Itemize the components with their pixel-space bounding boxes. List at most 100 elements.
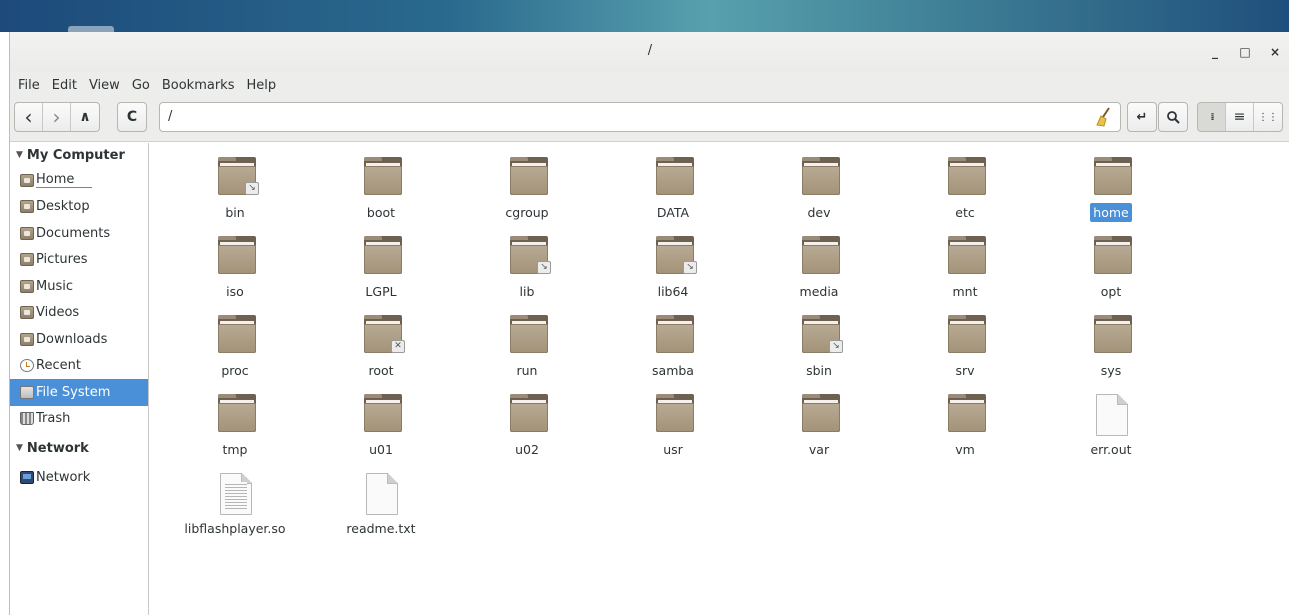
folder-item[interactable]: srv xyxy=(905,303,1025,381)
maximize-button[interactable]: □ xyxy=(1230,40,1260,64)
folder-item[interactable]: u01 xyxy=(321,382,441,460)
list-view-icon: ≡ xyxy=(1233,109,1246,125)
folder-item[interactable]: ↘ bin xyxy=(175,145,295,223)
folder-item[interactable]: u02 xyxy=(467,382,587,460)
item-name: lib xyxy=(519,284,535,299)
section-title: My Computer xyxy=(26,147,125,163)
folder-item[interactable]: dev xyxy=(759,145,879,223)
forward-icon: › xyxy=(52,105,61,129)
item-name: srv xyxy=(955,363,975,378)
folder-item[interactable]: vm xyxy=(905,382,1025,460)
toggle-location-button[interactable]: ↵ xyxy=(1127,102,1157,132)
reload-button[interactable]: C xyxy=(117,102,147,132)
sidebar-section-my-computer[interactable]: ▼ My Computer xyxy=(10,143,148,167)
item-name: home xyxy=(1090,203,1132,222)
item-label: boot xyxy=(321,205,441,220)
item-label: sbin xyxy=(759,363,879,378)
folder-item[interactable]: cgroup xyxy=(467,145,587,223)
sidebar-item-recent[interactable]: Recent xyxy=(10,353,148,380)
sidebar-item-file-system[interactable]: File System xyxy=(10,379,148,406)
title-bar[interactable]: / _ □ × xyxy=(10,32,1289,72)
close-button[interactable]: × xyxy=(1260,40,1289,64)
sidebar-item-label: File System xyxy=(36,384,111,400)
folder-item[interactable]: boot xyxy=(321,145,441,223)
folder-desktop-icon xyxy=(20,200,34,214)
file-icon-view[interactable]: ↘ bin boot cgroup DATA dev etc home iso LGPL ↘ lib ↘… xyxy=(150,143,1289,615)
folder-item[interactable]: opt xyxy=(1051,224,1171,302)
list-view-button[interactable]: ≡ xyxy=(1226,103,1254,131)
folder-icon xyxy=(656,157,694,199)
folder-item[interactable]: var xyxy=(759,382,879,460)
window-title: / xyxy=(647,43,653,58)
section-title: Network xyxy=(26,440,89,456)
folder-item[interactable]: home xyxy=(1051,145,1171,223)
folder-icon: ↘ xyxy=(656,236,697,278)
item-name: iso xyxy=(226,284,244,299)
folder-icon xyxy=(802,236,840,278)
folder-item[interactable]: usr xyxy=(613,382,733,460)
item-label: LGPL xyxy=(321,284,441,299)
file-item[interactable]: err.out xyxy=(1051,382,1171,460)
folder-downloads-icon xyxy=(20,332,34,346)
search-button[interactable] xyxy=(1158,102,1188,132)
compact-view-button[interactable]: ⋮⋮ xyxy=(1254,103,1282,131)
file-item[interactable]: readme.txt xyxy=(321,461,441,539)
folder-item[interactable]: iso xyxy=(175,224,295,302)
folder-icon xyxy=(364,236,402,278)
folder-item[interactable]: ↘ lib64 xyxy=(613,224,733,302)
file-item[interactable]: libflashplayer.so xyxy=(175,461,295,539)
folder-item[interactable]: DATA xyxy=(613,145,733,223)
sidebar-item-documents[interactable]: Documents xyxy=(10,220,148,247)
sidebar-item-videos[interactable]: Videos xyxy=(10,300,148,327)
sidebar-item-downloads[interactable]: Downloads xyxy=(10,326,148,353)
item-label: usr xyxy=(613,442,733,457)
folder-icon xyxy=(948,394,986,436)
menu-go[interactable]: Go xyxy=(126,78,156,93)
icon-view-button[interactable]: ⁞⁞ xyxy=(1198,103,1226,131)
folder-item[interactable]: ↘ lib xyxy=(467,224,587,302)
sidebar-item-music[interactable]: Music xyxy=(10,273,148,300)
sidebar-item-home[interactable]: Home xyxy=(10,167,148,194)
folder-item[interactable]: tmp xyxy=(175,382,295,460)
folder-item[interactable]: mnt xyxy=(905,224,1025,302)
symlink-emblem-icon: ↘ xyxy=(537,261,551,274)
folder-item[interactable]: media xyxy=(759,224,879,302)
item-label: err.out xyxy=(1051,442,1171,457)
item-name: dev xyxy=(807,205,831,220)
sidebar-item-desktop[interactable]: Desktop xyxy=(10,194,148,221)
sidebar-item-trash[interactable]: Trash xyxy=(10,406,148,433)
location-bar[interactable] xyxy=(159,102,1121,132)
menu-view[interactable]: View xyxy=(83,78,126,93)
sidebar-item-pictures[interactable]: Pictures xyxy=(10,247,148,274)
menu-edit[interactable]: Edit xyxy=(46,78,83,93)
item-name: tmp xyxy=(222,442,248,457)
menu-file[interactable]: File xyxy=(12,78,46,93)
clear-location-icon[interactable] xyxy=(1094,107,1112,127)
menu-bookmarks[interactable]: Bookmarks xyxy=(156,78,241,93)
network-icon xyxy=(20,470,34,484)
sidebar-item-label: Recent xyxy=(36,358,81,374)
folder-item[interactable]: LGPL xyxy=(321,224,441,302)
item-name: cgroup xyxy=(505,205,549,220)
forward-button[interactable]: › xyxy=(43,103,71,131)
back-button[interactable]: ‹ xyxy=(15,103,43,131)
minimize-button[interactable]: _ xyxy=(1200,40,1230,64)
folder-item[interactable]: proc xyxy=(175,303,295,381)
item-label: opt xyxy=(1051,284,1171,299)
sidebar-section-network[interactable]: ▼ Network xyxy=(10,436,148,460)
toggle-location-icon: ↵ xyxy=(1136,109,1148,125)
folder-item[interactable]: sys xyxy=(1051,303,1171,381)
item-name: err.out xyxy=(1090,442,1132,457)
folder-item[interactable]: run xyxy=(467,303,587,381)
folder-item[interactable]: samba xyxy=(613,303,733,381)
folder-item[interactable]: ↘ sbin xyxy=(759,303,879,381)
folder-item[interactable]: etc xyxy=(905,145,1025,223)
menu-help[interactable]: Help xyxy=(240,78,282,93)
folder-item[interactable]: ✕ root xyxy=(321,303,441,381)
up-button[interactable]: ∧ xyxy=(71,103,99,131)
sidebar-item-network[interactable]: Network xyxy=(10,464,148,491)
item-label: bin xyxy=(175,205,295,220)
recent-icon xyxy=(20,359,34,373)
location-input[interactable] xyxy=(168,109,1068,124)
folder-icon xyxy=(364,157,402,199)
